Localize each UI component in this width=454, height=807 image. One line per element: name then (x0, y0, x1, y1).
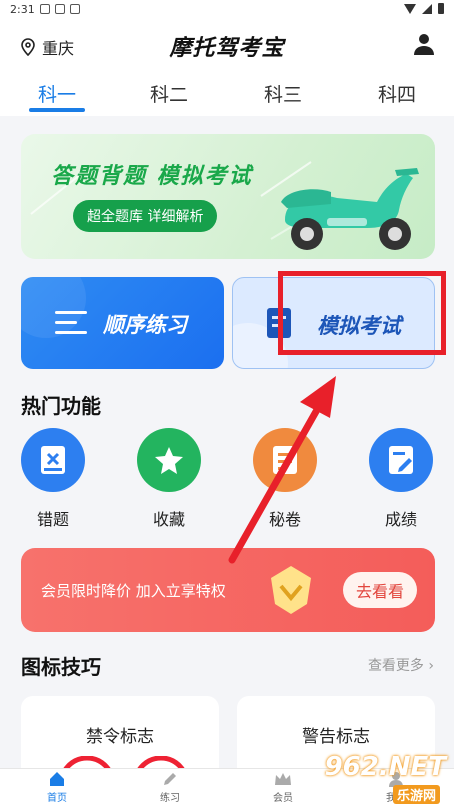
star-icon (137, 428, 201, 492)
status-bar: 2:31 (0, 0, 454, 20)
sequential-practice-button[interactable]: 顺序练习 (21, 277, 224, 369)
subject-tabs: 科一 科二 科三 科四 (0, 70, 454, 116)
nav-label: 首页 (47, 793, 67, 804)
home-icon (50, 772, 64, 786)
app-header: 重庆 摩托驾考宝 (0, 20, 454, 70)
site-watermark-sub: 乐游网 (392, 785, 440, 804)
user-profile-icon[interactable] (412, 32, 436, 56)
nav-member[interactable]: 会员 (253, 771, 313, 804)
notification-icons (40, 4, 80, 14)
crown-icon (275, 773, 291, 785)
wrong-questions-icon (21, 428, 85, 492)
site-watermark: 962.NET (324, 752, 446, 782)
wifi-icon (404, 3, 416, 14)
promo-banner[interactable]: 答题背题 模拟考试 超全题库 详细解析 (21, 134, 435, 259)
coin-decoration (271, 566, 311, 614)
feature-wrong-questions[interactable]: 错题 (18, 428, 88, 530)
signal-icon (422, 3, 432, 14)
member-promo-text: 会员限时降价 加入立享特权 (41, 582, 226, 600)
feature-label: 收藏 (152, 510, 185, 529)
nav-label: 练习 (160, 793, 180, 804)
score-icon (369, 428, 433, 492)
feature-score[interactable]: 成绩 (366, 428, 436, 530)
nav-practice[interactable]: 练习 (140, 771, 200, 804)
pencil-icon (164, 773, 176, 785)
app-title: 摩托驾考宝 (169, 36, 285, 61)
scooter-illustration (281, 168, 419, 250)
member-promo-banner[interactable]: 会员限时降价 加入立享特权 去看看 (21, 548, 435, 632)
feature-favorites[interactable]: 收藏 (134, 428, 204, 530)
banner-pill: 超全题库 详细解析 (73, 200, 218, 232)
card-title: 禁令标志 (86, 727, 154, 747)
card-title: 警告标志 (302, 727, 370, 747)
status-indicators (404, 3, 444, 14)
sequential-practice-label: 顺序练习 (103, 313, 187, 337)
secret-paper-icon (253, 428, 317, 492)
active-tab-indicator (29, 108, 85, 112)
tab-subject-1[interactable]: 科一 (12, 80, 102, 107)
annotation-highlight-box (278, 271, 446, 355)
list-icon (55, 311, 87, 334)
tab-subject-2[interactable]: 科二 (124, 80, 214, 107)
status-time: 2:31 (10, 3, 35, 16)
tab-subject-3[interactable]: 科三 (238, 80, 328, 107)
feature-label: 成绩 (384, 510, 417, 529)
feature-label: 错题 (36, 510, 69, 529)
nav-label: 会员 (273, 793, 293, 804)
banner-headline: 答题背题 模拟考试 (51, 164, 253, 189)
view-more-link[interactable]: 查看更多 › (368, 655, 434, 675)
feature-label: 秘卷 (268, 510, 301, 529)
tab-subject-4[interactable]: 科四 (352, 80, 442, 107)
go-see-button[interactable]: 去看看 (342, 572, 417, 608)
nav-home[interactable]: 首页 (27, 771, 87, 804)
hot-features-title: 热门功能 (21, 394, 101, 418)
battery-icon (438, 3, 444, 14)
icon-tips-title: 图标技巧 (21, 655, 101, 679)
feature-secret-paper[interactable]: 秘卷 (250, 428, 320, 530)
